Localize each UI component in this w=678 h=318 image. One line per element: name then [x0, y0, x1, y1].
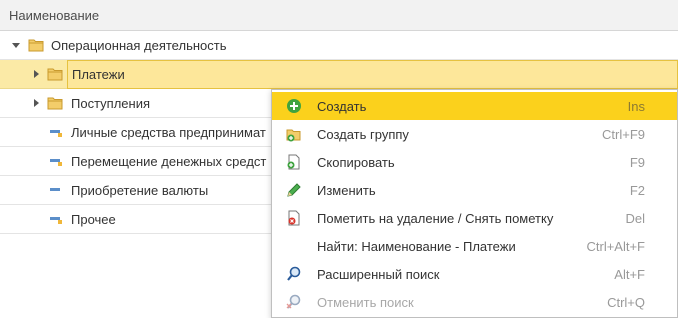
menu-item-label: Изменить — [317, 183, 376, 198]
menu-item-label: Пометить на удаление / Снять пометку — [317, 211, 554, 226]
menu-item-shortcut: F9 — [629, 155, 645, 170]
menu-item-shortcut: Del — [625, 211, 645, 226]
plus-circle-icon — [287, 99, 301, 113]
item-icon — [50, 159, 62, 166]
column-header[interactable]: Наименование — [0, 0, 678, 31]
menu-item-label: Создать группу — [317, 127, 409, 142]
expand-right-arrow-icon[interactable] — [31, 98, 41, 108]
tree-row-label: Платежи — [72, 67, 125, 82]
menu-item-mark-delete[interactable]: Пометить на удаление / Снять пометку Del — [272, 204, 677, 232]
add-folder-icon — [286, 129, 301, 142]
tree-row-payments[interactable]: Платежи — [0, 60, 678, 89]
context-menu: Создать Ins Создать группу Ctrl+F9 Скопи… — [271, 89, 678, 318]
tree-row-operating[interactable]: Операционная деятельность — [0, 31, 678, 60]
folder-icon — [47, 68, 63, 81]
tree-row-label: Личные средства предпринимат — [71, 125, 266, 140]
menu-item-cancel-search[interactable]: Отменить поиск Ctrl+Q — [272, 288, 677, 316]
menu-item-label: Создать — [317, 99, 367, 114]
menu-item-edit[interactable]: Изменить F2 — [272, 176, 677, 204]
expand-right-arrow-icon[interactable] — [31, 69, 41, 79]
menu-item-shortcut: Ctrl+Q — [607, 295, 645, 310]
folder-icon — [28, 39, 44, 52]
folder-icon — [47, 97, 63, 110]
menu-item-shortcut: F2 — [629, 183, 645, 198]
tree-row-label: Поступления — [71, 96, 151, 111]
menu-item-create[interactable]: Создать Ins — [272, 92, 677, 120]
menu-item-shortcut: Ctrl+Alt+F — [586, 239, 645, 254]
menu-item-label: Скопировать — [317, 155, 395, 170]
menu-item-shortcut: Ins — [627, 99, 645, 114]
menu-item-create-group[interactable]: Создать группу Ctrl+F9 — [272, 120, 677, 148]
menu-item-label: Отменить поиск — [317, 295, 414, 310]
expand-down-arrow-icon[interactable] — [11, 40, 21, 50]
menu-item-shortcut: Alt+F — [614, 267, 645, 282]
tree-row-label: Операционная деятельность — [51, 38, 227, 53]
tree-row-label: Приобретение валюты — [71, 183, 209, 198]
cancel-search-icon — [286, 294, 301, 309]
pencil-icon — [287, 183, 301, 197]
delete-mark-icon — [288, 210, 300, 226]
search-icon — [287, 266, 301, 281]
item-icon — [50, 130, 62, 137]
column-header-label: Наименование — [9, 8, 100, 23]
menu-item-copy[interactable]: Скопировать F9 — [272, 148, 677, 176]
menu-item-find[interactable]: Найти: Наименование - Платежи Ctrl+Alt+F — [272, 232, 677, 260]
menu-item-shortcut: Ctrl+F9 — [602, 127, 645, 142]
tree-row-label: Перемещение денежных средст — [71, 154, 267, 169]
tree-row-label: Прочее — [71, 212, 116, 227]
selection-cell — [67, 60, 678, 89]
copy-icon — [287, 154, 300, 170]
item-icon — [50, 217, 62, 224]
menu-item-advanced-search[interactable]: Расширенный поиск Alt+F — [272, 260, 677, 288]
item-icon — [50, 188, 60, 191]
menu-item-label: Расширенный поиск — [317, 267, 440, 282]
menu-item-label: Найти: Наименование - Платежи — [317, 239, 516, 254]
